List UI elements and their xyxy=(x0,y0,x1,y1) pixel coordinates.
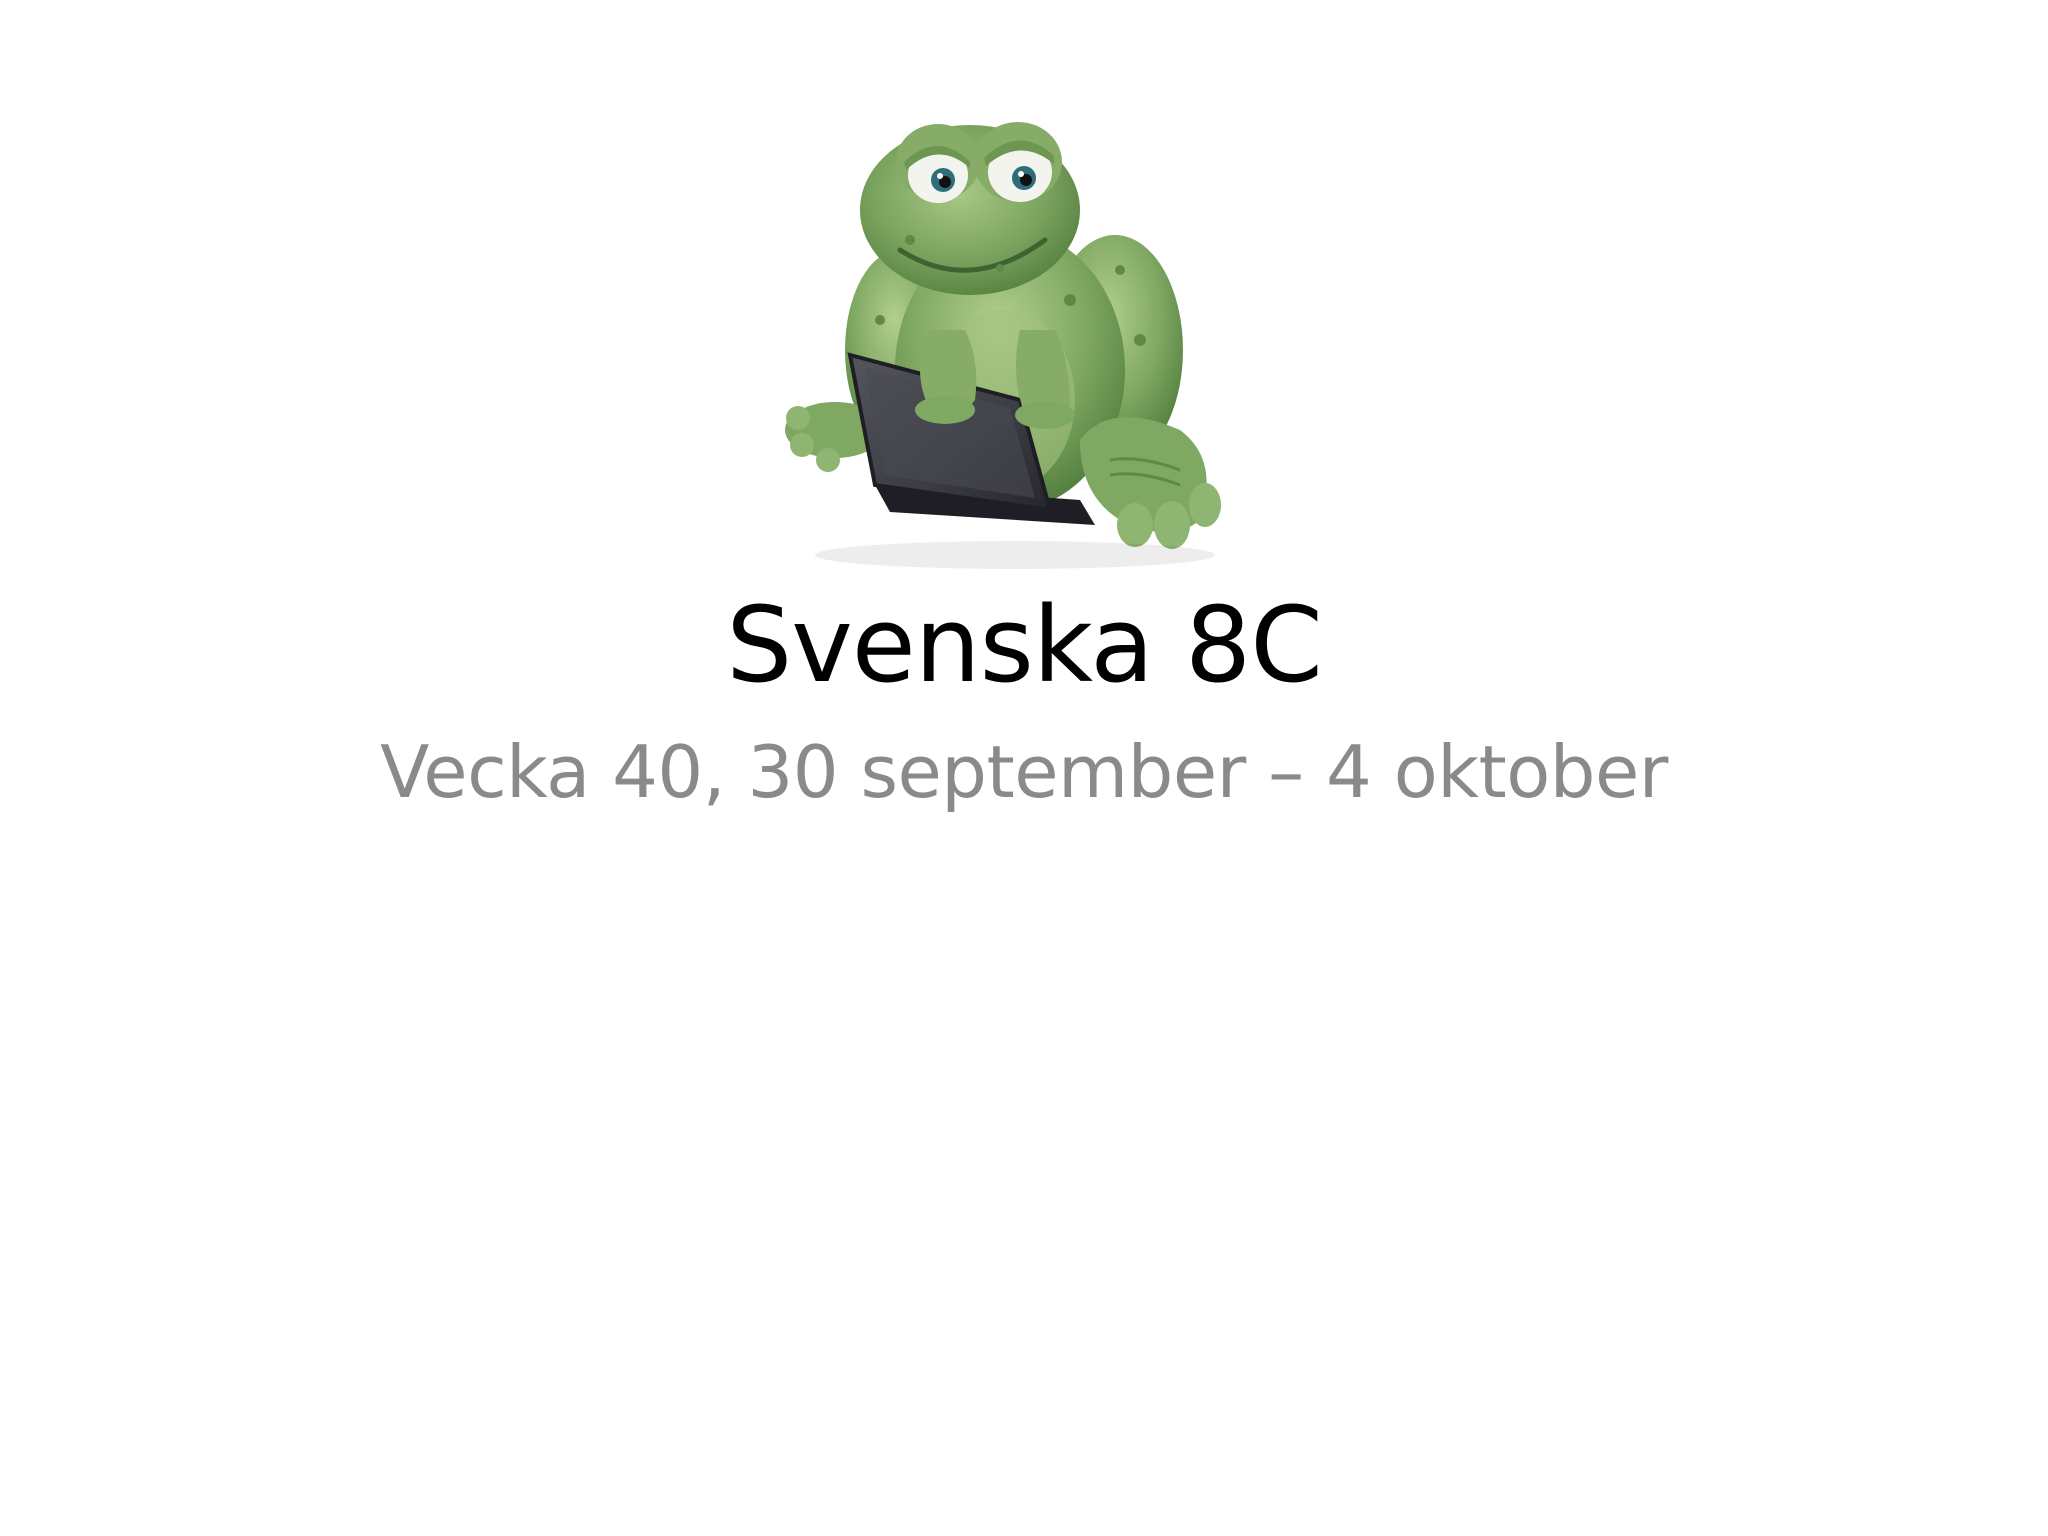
slide-title: Svenska 8C xyxy=(726,584,1323,706)
slide-subtitle: Vecka 40, 30 september – 4 oktober xyxy=(380,730,1668,814)
slide: Svenska 8C Vecka 40, 30 september – 4 ok… xyxy=(0,0,2048,1536)
frog-laptop-image xyxy=(785,122,1221,569)
